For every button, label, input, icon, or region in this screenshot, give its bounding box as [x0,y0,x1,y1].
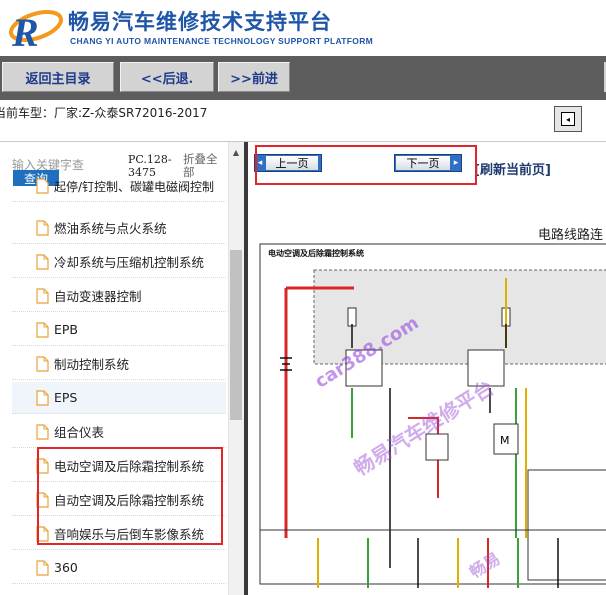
tree-item[interactable]: EPS [12,382,226,414]
document-icon [36,253,49,270]
app-header: R 畅易汽车维修技术支持平台 CHANG YI AUTO MAINTENANCE… [0,0,606,56]
scrollbar-thumb[interactable] [230,250,242,420]
tree-item-label: 组合仪表 [54,425,105,440]
collapse-all-button[interactable]: 折叠全部 [183,153,223,179]
tree-item-label: EPB [54,322,79,337]
tree-item[interactable]: 自动变速器控制 [12,280,226,312]
svg-text:R: R [11,10,39,52]
svg-text:M: M [500,434,510,447]
tree-item-label: 360 [54,560,78,575]
tree-item-cut[interactable]: 起停/钉控制、碳罐电磁阀控制 [12,177,226,202]
tree-item-label: 燃油系统与点火系统 [54,221,167,236]
tree-item-label: 冷却系统与压缩机控制系统 [54,255,205,270]
tree-item[interactable]: EPB [12,314,226,346]
logo-icon: R [8,10,64,52]
toggle-panel-button[interactable]: ◂ [554,106,582,132]
tree-item[interactable]: 360 [12,552,226,584]
tree-item[interactable]: 燃油系统与点火系统 [12,212,226,244]
wiring-diagram: M [259,243,606,588]
forward-button[interactable]: >>前进 [218,62,290,92]
car-model-bar: 当前车型：厂家:Z-众泰SR72016-2017 [0,100,606,142]
refresh-page-link[interactable]: [刷新当前页] [474,159,551,178]
document-icon [36,389,49,406]
document-icon [36,219,49,236]
tree-item-label: EPS [54,390,78,405]
document-icon [36,177,49,194]
document-icon [36,559,49,576]
tree-item[interactable]: 冷却系统与压缩机控制系统 [12,246,226,278]
back-to-main-button[interactable]: 返回主目录 [2,62,114,92]
pc-code: PC.128-3475 [128,153,172,179]
highlight-box-left [37,447,223,545]
highlight-box-right [255,145,477,185]
back-button[interactable]: <<后退. [120,62,214,92]
tree-item-label: 制动控制系统 [54,357,130,372]
tree-item[interactable]: 组合仪表 [12,416,226,448]
brand-title: 畅易汽车维修技术支持平台 [68,10,332,34]
document-icon [36,355,49,372]
document-icon [36,423,49,440]
toolbar: 返回主目录 <<后退. >>前进 [0,56,606,100]
tree-item-label: 起停/钉控制、碳罐电磁阀控制 [54,180,215,194]
document-icon [36,287,49,304]
tree-item[interactable]: 制动控制系统 [12,348,226,380]
tree-item-label: 自动变速器控制 [54,289,142,304]
car-model-label: 当前车型：厂家:Z-众泰SR72016-2017 [0,106,208,120]
scroll-up-arrow-icon[interactable]: ▲ [228,146,244,158]
brand-subtitle: CHANG YI AUTO MAINTENANCE TECHNOLOGY SUP… [70,36,374,46]
document-icon [36,321,49,338]
right-panel: ◂ 上一页 下一页 ▸ [刷新当前页] 电路线路连 电动空调及后除霜控制系统 M… [248,142,606,595]
toggle-icon: ◂ [561,112,575,126]
